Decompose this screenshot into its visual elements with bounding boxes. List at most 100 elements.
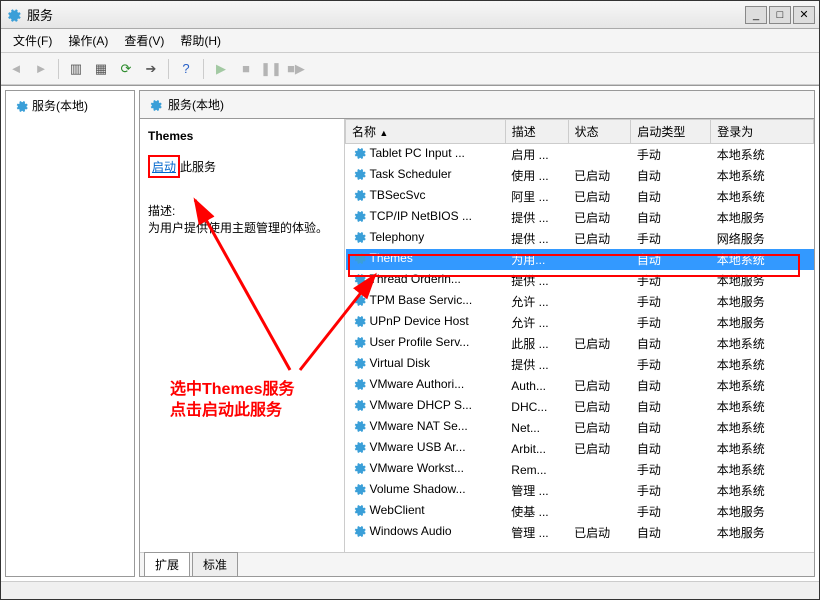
start-service-button[interactable]: ▶ — [210, 58, 232, 80]
menu-action[interactable]: 操作(A) — [60, 30, 116, 51]
gear-icon — [14, 99, 28, 113]
cell-startup: 手动 — [631, 501, 711, 522]
col-name[interactable]: 名称 ▲ — [346, 120, 506, 144]
tree-pane[interactable]: 服务(本地) — [5, 90, 135, 577]
menu-help[interactable]: 帮助(H) — [172, 30, 229, 51]
tab-extended[interactable]: 扩展 — [144, 552, 190, 576]
stop-service-button[interactable]: ■ — [235, 58, 257, 80]
cell-name: TPM Base Servic... — [346, 291, 506, 309]
separator — [58, 59, 59, 79]
cell-logon: 本地系统 — [711, 438, 814, 459]
table-row[interactable]: VMware NAT Se...Net...已启动自动本地系统 — [346, 417, 814, 438]
service-list[interactable]: 名称 ▲ 描述 状态 启动类型 登录为 Tablet PC Input ...启… — [345, 119, 814, 552]
pause-service-button[interactable]: ❚❚ — [260, 58, 282, 80]
col-desc[interactable]: 描述 — [505, 120, 568, 144]
tree-node-services-local[interactable]: 服务(本地) — [6, 91, 134, 120]
cell-desc: 允许 ... — [505, 312, 568, 333]
table-row[interactable]: User Profile Serv...此服 ...已启动自动本地系统 — [346, 333, 814, 354]
maximize-button[interactable]: □ — [769, 6, 791, 24]
cell-startup: 手动 — [631, 228, 711, 249]
cell-logon: 本地系统 — [711, 480, 814, 501]
table-row[interactable]: Volume Shadow...管理 ...手动本地系统 — [346, 480, 814, 501]
table-row[interactable]: VMware USB Ar...Arbit...已启动自动本地系统 — [346, 438, 814, 459]
cell-status — [568, 312, 631, 333]
gear-icon — [352, 146, 366, 160]
gear-icon — [352, 461, 366, 475]
table-row[interactable]: Tablet PC Input ...启用 ...手动本地系统 — [346, 144, 814, 166]
col-status[interactable]: 状态 — [568, 120, 631, 144]
cell-logon: 本地服务 — [711, 312, 814, 333]
gear-icon — [352, 524, 366, 538]
cell-startup: 手动 — [631, 312, 711, 333]
cell-name: VMware NAT Se... — [346, 417, 506, 435]
services-table: 名称 ▲ 描述 状态 启动类型 登录为 Tablet PC Input ...启… — [345, 119, 814, 543]
cell-name: VMware Authori... — [346, 375, 506, 393]
cell-name: VMware USB Ar... — [346, 438, 506, 456]
table-row[interactable]: TPM Base Servic...允许 ...手动本地服务 — [346, 291, 814, 312]
gear-icon — [352, 440, 366, 454]
close-button[interactable]: ✕ — [793, 6, 815, 24]
gear-icon — [352, 251, 366, 265]
restart-service-button[interactable]: ■▶ — [285, 58, 307, 80]
start-service-link[interactable]: 启动 — [148, 155, 180, 178]
cell-startup: 自动 — [631, 207, 711, 228]
export-button[interactable]: ➔ — [140, 58, 162, 80]
menu-bar: 文件(F) 操作(A) 查看(V) 帮助(H) — [1, 29, 819, 53]
table-row[interactable]: Windows Audio管理 ...已启动自动本地服务 — [346, 522, 814, 543]
start-service-suffix: 此服务 — [180, 160, 216, 174]
gear-icon — [352, 398, 366, 412]
cell-desc: 使基 ... — [505, 501, 568, 522]
tab-standard[interactable]: 标准 — [192, 552, 238, 576]
table-row[interactable]: VMware Workst...Rem...手动本地系统 — [346, 459, 814, 480]
gear-icon — [352, 167, 366, 181]
table-row[interactable]: Virtual Disk提供 ...手动本地系统 — [346, 354, 814, 375]
cell-logon: 本地服务 — [711, 291, 814, 312]
cell-name: Virtual Disk — [346, 354, 506, 372]
cell-name: User Profile Serv... — [346, 333, 506, 351]
table-row[interactable]: VMware Authori...Auth...已启动自动本地系统 — [346, 375, 814, 396]
refresh-button[interactable]: ⟳ — [115, 58, 137, 80]
cell-startup: 自动 — [631, 396, 711, 417]
table-row[interactable]: Task Scheduler使用 ...已启动自动本地系统 — [346, 165, 814, 186]
status-bar — [1, 581, 819, 599]
cell-logon: 本地系统 — [711, 249, 814, 270]
cell-status — [568, 501, 631, 522]
detail-pane: Themes 启动此服务 描述: 为用户提供使用主题管理的体验。 — [140, 119, 345, 552]
gear-icon — [352, 356, 366, 370]
show-hide-tree-button[interactable]: ▥ — [65, 58, 87, 80]
table-row[interactable]: UPnP Device Host允许 ...手动本地服务 — [346, 312, 814, 333]
col-logon[interactable]: 登录为 — [711, 120, 814, 144]
minimize-button[interactable]: _ — [745, 6, 767, 24]
menu-file[interactable]: 文件(F) — [5, 30, 60, 51]
menu-view[interactable]: 查看(V) — [116, 30, 172, 51]
table-row[interactable]: TBSecSvc阿里 ...已启动自动本地系统 — [346, 186, 814, 207]
properties-button[interactable]: ▦ — [90, 58, 112, 80]
table-row[interactable]: WebClient使基 ...手动本地服务 — [346, 501, 814, 522]
cell-logon: 本地服务 — [711, 501, 814, 522]
forward-button[interactable]: ► — [30, 58, 52, 80]
cell-startup: 手动 — [631, 354, 711, 375]
cell-startup: 手动 — [631, 291, 711, 312]
cell-name: Volume Shadow... — [346, 480, 506, 498]
cell-startup: 自动 — [631, 522, 711, 543]
cell-desc: 管理 ... — [505, 522, 568, 543]
back-button[interactable]: ◄ — [5, 58, 27, 80]
cell-startup: 手动 — [631, 270, 711, 291]
gear-icon — [352, 272, 366, 286]
col-startup[interactable]: 启动类型 — [631, 120, 711, 144]
table-row[interactable]: Thread Orderin...提供 ...手动本地服务 — [346, 270, 814, 291]
gear-icon — [352, 188, 366, 202]
help-button[interactable]: ? — [175, 58, 197, 80]
table-row[interactable]: Themes为用...自动本地系统 — [346, 249, 814, 270]
cell-startup: 手动 — [631, 480, 711, 501]
cell-status: 已启动 — [568, 186, 631, 207]
cell-desc: Rem... — [505, 459, 568, 480]
title-bar[interactable]: 服务 _ □ ✕ — [1, 1, 819, 29]
cell-status: 已启动 — [568, 333, 631, 354]
table-row[interactable]: TCP/IP NetBIOS ...提供 ...已启动自动本地服务 — [346, 207, 814, 228]
cell-status — [568, 291, 631, 312]
table-row[interactable]: VMware DHCP S...DHC...已启动自动本地系统 — [346, 396, 814, 417]
cell-status: 已启动 — [568, 165, 631, 186]
tree-node-label: 服务(本地) — [32, 97, 88, 114]
table-row[interactable]: Telephony提供 ...已启动手动网络服务 — [346, 228, 814, 249]
